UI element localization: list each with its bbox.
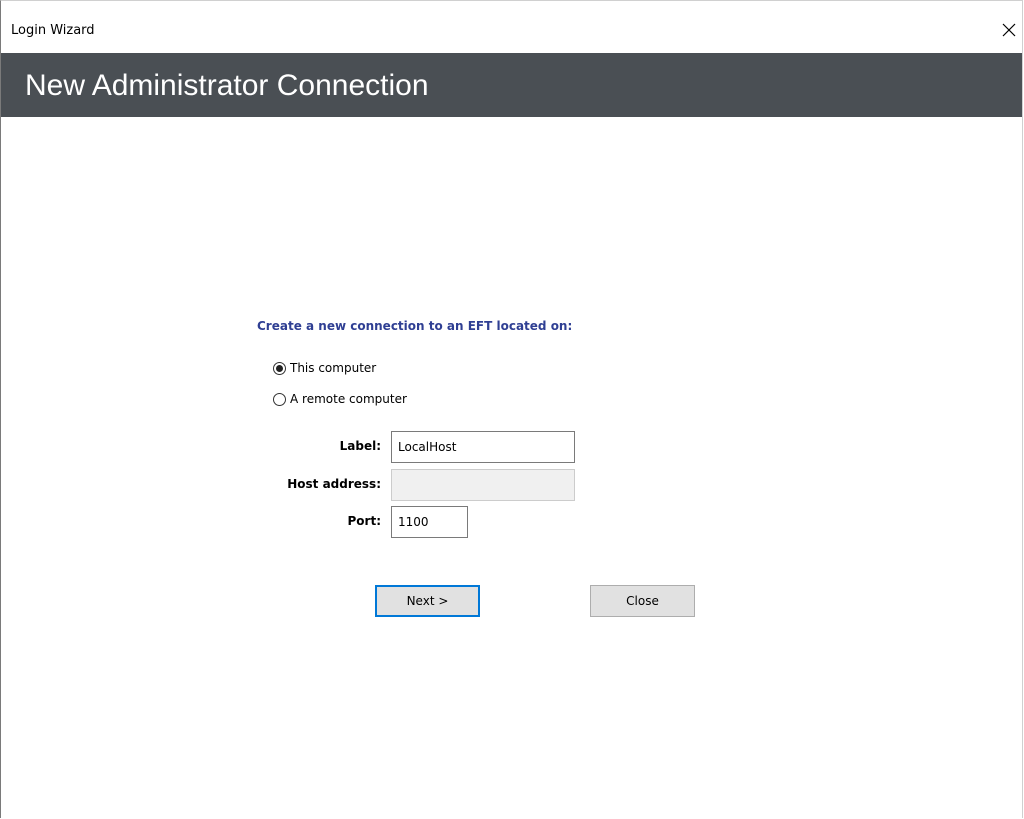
window-title: Login Wizard xyxy=(11,23,95,38)
radio-label-remote-computer: A remote computer xyxy=(290,392,407,406)
port-label: Port: xyxy=(347,514,382,528)
radio-this-computer[interactable]: This computer xyxy=(273,359,376,377)
close-icon[interactable] xyxy=(996,17,1022,43)
radio-remote-computer[interactable]: A remote computer xyxy=(273,390,407,408)
host-address-label: Host address: xyxy=(287,477,381,491)
next-button[interactable]: Next > xyxy=(375,585,480,617)
port-input[interactable] xyxy=(391,506,468,538)
close-button[interactable]: Close xyxy=(590,585,695,617)
login-wizard-window: Login Wizard New Administrator Connectio… xyxy=(0,0,1023,818)
radio-button-unselected[interactable] xyxy=(273,392,286,406)
close-icon-glyph xyxy=(1002,23,1016,37)
page-title: New Administrator Connection xyxy=(25,69,429,102)
header-banner: New Administrator Connection xyxy=(1,53,1022,117)
label-input[interactable] xyxy=(391,431,575,463)
title-bar: Login Wizard xyxy=(1,1,1022,53)
radio-label-this-computer: This computer xyxy=(290,361,377,375)
connection-prompt: Create a new connection to an EFT locate… xyxy=(257,319,573,333)
host-address-input[interactable] xyxy=(391,469,575,501)
radio-button-selected[interactable] xyxy=(273,361,286,375)
label-field-label: Label: xyxy=(339,439,381,453)
